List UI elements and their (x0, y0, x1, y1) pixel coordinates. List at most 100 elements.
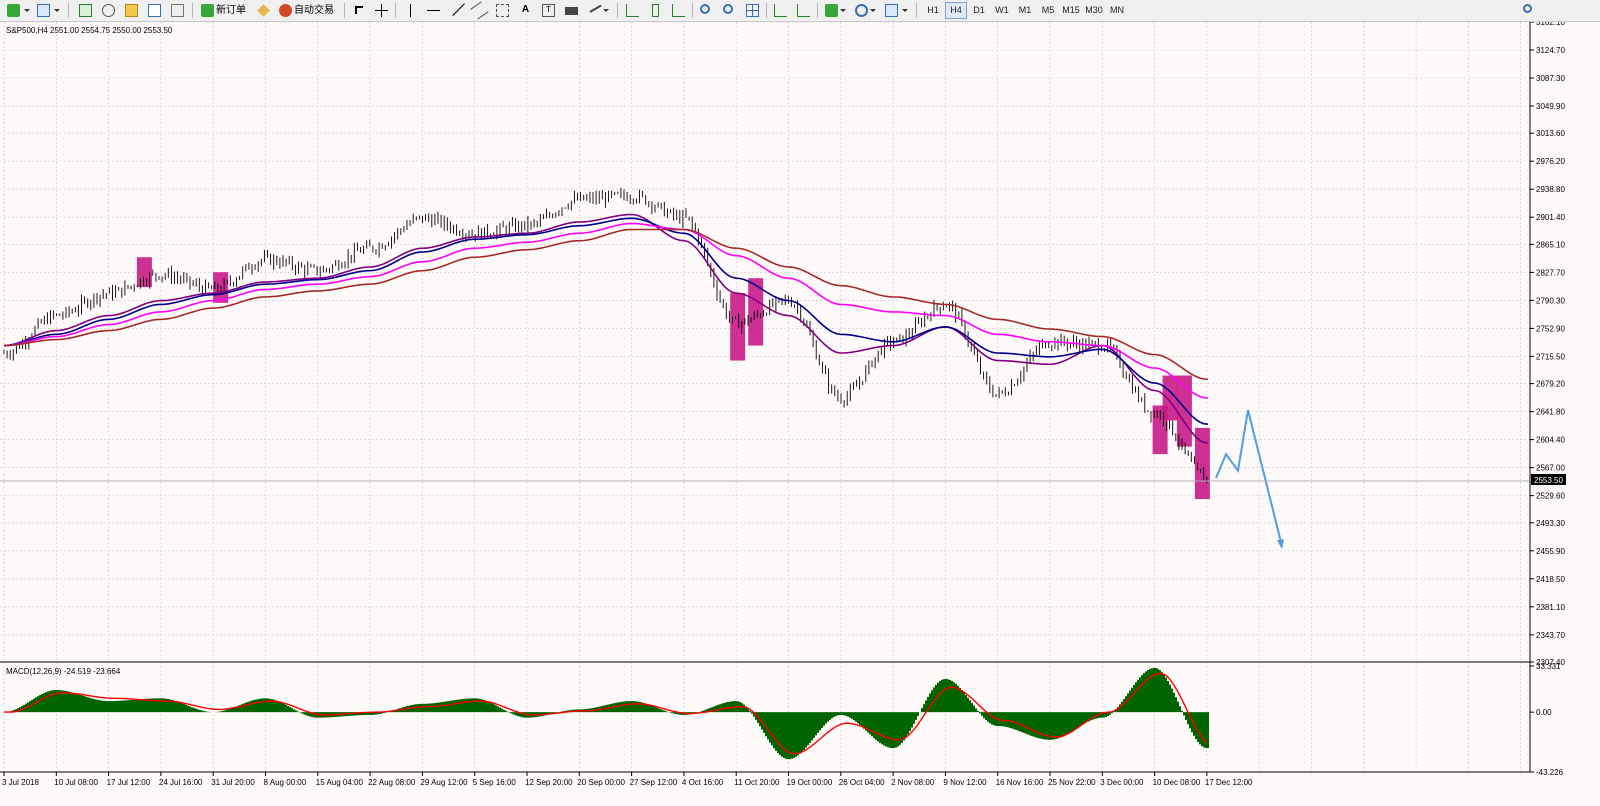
price-tick-label: 2715.50 (1536, 352, 1565, 361)
price-tick-label: 2976.20 (1536, 157, 1565, 166)
fibonacci-icon (496, 4, 509, 17)
navigator-button[interactable] (122, 2, 140, 19)
shapes-button[interactable] (585, 1, 611, 19)
price-tick-label: 3124.70 (1536, 46, 1565, 55)
current-price-label: 2553.50 (1534, 476, 1563, 485)
search-button[interactable] (1520, 2, 1538, 19)
line-chart-button[interactable] (669, 2, 687, 19)
rectangle-button[interactable] (562, 2, 580, 19)
tf-d1-button[interactable]: D1 (968, 2, 990, 19)
tf-h1-button[interactable]: H1 (922, 2, 944, 19)
plus-icon (201, 4, 214, 17)
tf-h4-button[interactable]: H4 (945, 2, 967, 19)
macd-tick-label: 33.331 (1536, 662, 1561, 671)
bar-chart-button[interactable] (623, 2, 641, 19)
price-tick-label: 2455.90 (1536, 547, 1565, 556)
auto-trading-label: 自动交易 (294, 5, 334, 16)
chevron-down-icon (840, 9, 846, 12)
price-tick-label: 2604.40 (1536, 436, 1565, 445)
price-tick-label: 2938.80 (1536, 185, 1565, 194)
time-tick-label: 3 Jul 2018 (2, 778, 39, 787)
chevron-down-icon (24, 9, 30, 12)
time-tick-label: 25 Nov 22:00 (1048, 778, 1096, 787)
text-label-button[interactable]: T (539, 2, 557, 19)
tf-m1-button[interactable]: M1 (1014, 2, 1036, 19)
tf-m30-button[interactable]: M30 (1083, 2, 1105, 19)
candlestick-button[interactable] (646, 2, 664, 19)
text-button[interactable]: A (516, 2, 534, 19)
time-tick-label: 27 Sep 12:00 (630, 778, 678, 787)
auto-trading-icon (279, 4, 292, 17)
toolbar-separator (68, 3, 69, 18)
market-watch-button[interactable] (76, 2, 94, 19)
time-tick-label: 17 Dec 12:00 (1205, 778, 1253, 787)
chevron-down-icon (870, 9, 876, 12)
tf-m15-button[interactable]: M15 (1060, 2, 1082, 19)
meta-editor-button[interactable] (254, 2, 272, 19)
zoom-out-icon (723, 4, 733, 14)
toolbar-separator (692, 3, 693, 18)
market-watch-icon (79, 4, 92, 17)
trendline-button[interactable] (447, 0, 465, 19)
zoom-in-button[interactable] (697, 2, 715, 19)
price-tick-label: 3049.90 (1536, 102, 1565, 111)
tf-mn-button[interactable]: MN (1106, 2, 1128, 19)
time-tick-label: 12 Sep 20:00 (525, 778, 573, 787)
zoom-in-icon (700, 4, 710, 14)
tf-m5-button[interactable]: M5 (1037, 2, 1059, 19)
crosshair-button[interactable] (372, 2, 390, 19)
time-tick-label: 15 Aug 04:00 (316, 778, 364, 787)
time-tick-label: 16 Nov 16:00 (996, 778, 1044, 787)
chevron-down-icon (603, 9, 609, 12)
price-tick-label: 2752.90 (1536, 324, 1565, 333)
chart-shift-icon (797, 4, 810, 17)
auto-scroll-button[interactable] (771, 2, 789, 19)
new-chart-button[interactable] (4, 2, 32, 19)
chart-shift-button[interactable] (794, 2, 812, 19)
price-tick-label: 2790.30 (1536, 296, 1565, 305)
chart-window[interactable]: 3162.10 3124.70 3087.30 3049.90 3013.60 2976.… (0, 22, 1600, 806)
templates-button[interactable] (882, 2, 910, 19)
horizontal-line-button[interactable] (424, 2, 442, 19)
toolbar-separator (766, 3, 767, 18)
terminal-button[interactable] (145, 2, 163, 19)
text-label-icon: T (542, 4, 555, 17)
bar-chart-icon (626, 4, 639, 17)
price-tick-label: 3013.60 (1536, 129, 1565, 138)
time-tick-label: 9 Nov 12:00 (943, 778, 987, 787)
price-tick-label: 2418.50 (1536, 575, 1565, 584)
tile-windows-icon (746, 4, 759, 17)
fibonacci-button[interactable] (493, 2, 511, 19)
indicators-button[interactable] (822, 2, 848, 19)
zoom-out-button[interactable] (720, 2, 738, 19)
periods-button[interactable] (852, 2, 878, 19)
price-tick-label: 2529.60 (1536, 492, 1565, 501)
vertical-line-button[interactable] (401, 2, 419, 19)
tester-icon (171, 4, 184, 17)
time-tick-label: 19 Oct 00:00 (787, 778, 833, 787)
new-order-label: 新订单 (216, 5, 246, 16)
price-tick-label: 2641.80 (1536, 408, 1565, 417)
highlight-box (730, 293, 746, 361)
price-tick-label: 2493.30 (1536, 519, 1565, 528)
price-tick-label: 2381.10 (1536, 603, 1565, 612)
crosshair-icon (102, 4, 115, 17)
tf-w1-button[interactable]: W1 (991, 2, 1013, 19)
time-tick-label: 22 Aug 08:00 (368, 778, 416, 787)
price-tick-label: 3087.30 (1536, 74, 1565, 83)
new-order-button[interactable]: 新订单 (198, 2, 250, 19)
time-tick-label: 24 Jul 16:00 (159, 778, 203, 787)
price-tick-label: 2679.20 (1536, 380, 1565, 389)
auto-trading-button[interactable]: 自动交易 (276, 2, 338, 19)
channel-button[interactable] (470, 1, 489, 20)
editor-icon (257, 4, 270, 17)
data-window-button[interactable] (99, 2, 117, 19)
macd-title: MACD(12,26,9) -24.519 -23.664 (6, 667, 121, 676)
toolbar-separator (817, 3, 818, 18)
cursor-button[interactable] (350, 2, 368, 19)
profiles-button[interactable] (34, 2, 62, 19)
strategy-tester-button[interactable] (168, 2, 186, 19)
tile-windows-button[interactable] (743, 2, 761, 19)
clock-icon (855, 4, 868, 17)
price-tick-label: 2865.10 (1536, 240, 1565, 249)
